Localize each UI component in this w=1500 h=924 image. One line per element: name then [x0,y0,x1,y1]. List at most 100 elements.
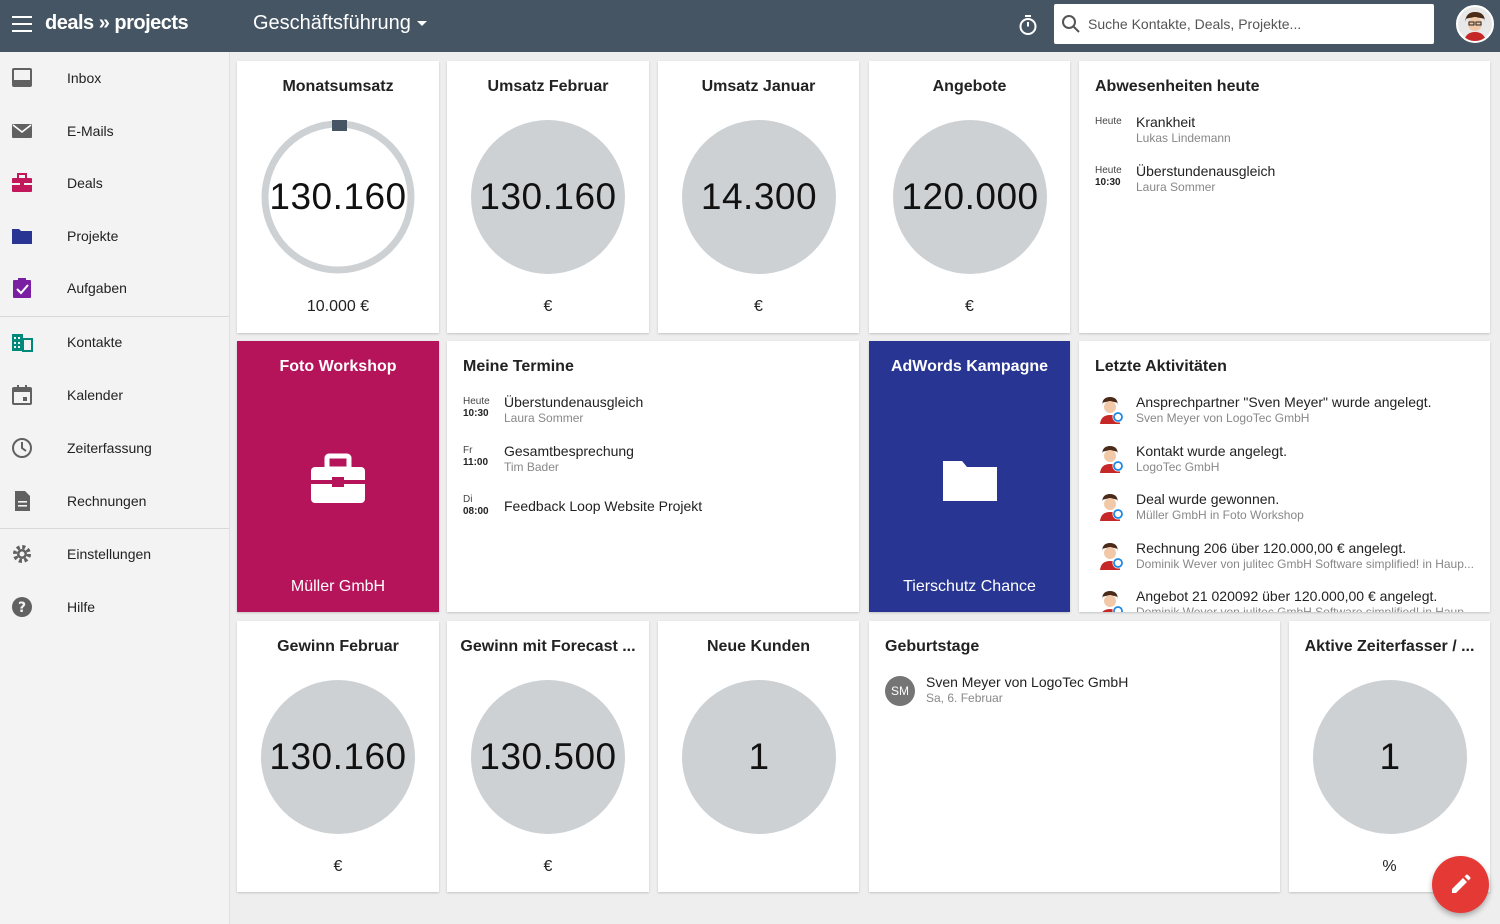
activity-detail: LogoTec GmbH [1136,459,1220,474]
appointment-entry[interactable]: Fr 11:00 Gesamtbesprechung Tim Bader [463,443,849,483]
sidebar-item-label: Kalender [67,387,124,403]
card-abwesenheiten[interactable]: Abwesenheiten heute Heute Krankheit Luka… [1079,61,1490,333]
sidebar: Inbox E-Mails Deals Projekte Aufgaben Ko… [0,52,230,924]
entry-date: Di 08:00 [463,494,489,517]
search-icon [1062,15,1080,33]
search-box[interactable] [1054,4,1434,44]
activity-detail: Sven Meyer von LogoTec GmbH [1136,411,1310,425]
card-letzte-aktivitaeten[interactable]: Letzte Aktivitäten Ansprechpartner "Sven… [1079,341,1490,612]
pencil-icon [1452,874,1471,893]
project-name: Tierschutz Chance [903,578,1036,595]
card-neue-kunden[interactable]: Neue Kunden 1 [658,621,859,892]
user-avatar-icon [1102,591,1124,612]
sidebar-item-kalender[interactable]: Kalender [0,369,229,421]
activity-title: Rechnung 206 über 120.000,00 € angelegt. [1136,539,1407,556]
entry-date: Heute [1095,116,1122,127]
workspace-selector[interactable]: Geschäftsführung [253,12,427,35]
app-logo[interactable]: deals » projects [45,12,189,35]
card-adwords-kampagne[interactable]: AdWords Kampagne Tierschutz Chance [869,341,1070,612]
sidebar-item-zeiterfassung[interactable]: Zeiterfassung [0,422,229,474]
entry-person: Laura Sommer [504,411,584,425]
card-foto-workshop[interactable]: Foto Workshop Müller GmbH [237,341,439,612]
activity-entry[interactable]: Rechnung 206 über 120.000,00 € angelegt.… [1095,540,1476,584]
entry-title: Feedback Loop Website Projekt [504,498,703,514]
card-monatsumsatz[interactable]: Monatsumsatz 130.160 10.000 € [237,61,439,333]
activity-title: Deal wurde gewonnen. [1136,491,1280,507]
stopwatch-icon[interactable] [1016,13,1040,37]
activity-entry[interactable]: Deal wurde gewonnen. Müller GmbH in Foto … [1095,491,1476,535]
appointment-entry[interactable]: Heute 10:30 Überstundenausgleich Laura So… [463,394,849,434]
user-avatar[interactable] [1456,5,1494,43]
document-icon [15,491,30,511]
entry-date: Fr 11:00 [463,445,489,468]
kpi-unit: € [754,298,763,315]
kpi-circle: 130.500 [471,680,625,834]
mail-icon [12,124,32,138]
sidebar-item-label: Inbox [67,70,102,86]
card-title: Monatsumsatz [282,78,394,95]
entry-title: Gesamtbesprechung [504,443,634,459]
birthday-entry[interactable]: SM Sven Meyer von LogoTec GmbH Sa, 6. Fe… [885,674,1266,718]
sidebar-item-label: Rechnungen [67,493,147,509]
user-avatar-icon [1100,397,1124,424]
briefcase-icon [311,453,365,503]
activity-entry[interactable]: Kontakt wurde angelegt. LogoTec GmbH [1095,443,1476,487]
user-avatar-icon [1100,445,1124,473]
user-avatar-icon [1100,494,1124,521]
card-title: Angebote [932,78,1007,95]
card-title: Gewinn Februar [277,638,399,655]
activity-detail: Dominik Wever von julitec GmbH Software … [1136,605,1474,612]
sidebar-item-label: Einstellungen [67,546,152,562]
calendar-icon [12,385,32,405]
activity-detail: Müller GmbH in Foto Workshop [1136,508,1304,522]
sidebar-item-label: Hilfe [67,599,96,615]
kpi-circle: 130.160 [471,120,625,274]
kpi-unit: € [333,858,343,875]
absence-entry[interactable]: Heute 10:30 Überstundenausgleich Laura So… [1095,163,1480,203]
kpi-circle: 1 [1313,680,1467,834]
sidebar-item-deals[interactable]: Deals [0,157,229,209]
sidebar-item-einstellungen[interactable]: Einstellungen [0,528,229,580]
appointment-entry[interactable]: Di 08:00 Feedback Loop Website Projekt [463,492,849,532]
card-gewinn-februar[interactable]: Gewinn Februar 130.160 € [237,621,439,892]
clock-icon [12,438,32,458]
absence-entry[interactable]: Heute Krankheit Lukas Lindemann [1095,114,1480,154]
card-gewinn-forecast[interactable]: Gewinn mit Forecast ... 130.500 € [447,621,649,892]
edit-fab-button[interactable] [1432,856,1489,913]
sidebar-item-rechnungen[interactable]: Rechnungen [0,475,229,527]
top-bar: deals » projects Geschäftsführung [0,0,1500,52]
kpi-value: 120.000 [901,176,1039,217]
kpi-value: 130.160 [479,176,617,217]
activity-detail: Dominik Wever von julitec GmbH Software … [1136,556,1474,571]
search-input[interactable] [1088,4,1428,44]
entry-title: Krankheit [1136,114,1196,130]
entry-title: Überstundenausgleich [1136,163,1276,179]
sidebar-item-aufgaben[interactable]: Aufgaben [0,262,229,314]
kpi-circle: 14.300 [682,120,836,274]
activity-entry[interactable]: Angebot 21 020092 über 120.000,00 € ange… [1095,588,1476,612]
card-geburtstage[interactable]: Geburtstage SM Sven Meyer von LogoTec Gm… [869,621,1280,892]
card-aktive-zeiterfasser[interactable]: Aktive Zeiterfasser / ... 1 % [1289,621,1490,892]
sidebar-item-kontakte[interactable]: Kontakte [0,316,229,368]
card-umsatz-februar[interactable]: Umsatz Februar 130.160 € [447,61,649,333]
sidebar-item-emails[interactable]: E-Mails [0,105,229,157]
card-title: Umsatz Januar [701,78,816,95]
sidebar-item-projekte[interactable]: Projekte [0,210,229,262]
entry-title: Sven Meyer von LogoTec GmbH [926,674,1129,690]
hamburger-menu-icon[interactable] [12,16,32,34]
card-title: Abwesenheiten heute [1095,78,1260,95]
card-title: AdWords Kampagne [890,358,1049,375]
sidebar-item-label: E-Mails [67,123,114,139]
sidebar-item-hilfe[interactable]: ? Hilfe [0,581,229,633]
activity-title: Angebot 21 020092 über 120.000,00 € ange… [1136,588,1438,604]
kpi-value: 1 [748,736,770,777]
card-angebote[interactable]: Angebote 120.000 € [869,61,1070,333]
sidebar-item-inbox[interactable]: Inbox [0,52,229,104]
sidebar-item-label: Aufgaben [67,280,127,296]
activity-entry[interactable]: Ansprechpartner "Sven Meyer" wurde angel… [1095,394,1476,438]
card-meine-termine[interactable]: Meine Termine Heute 10:30 Überstundenausg… [447,341,859,612]
sidebar-item-label: Kontakte [67,334,123,350]
kpi-value: 130.160 [269,736,407,777]
card-umsatz-januar[interactable]: Umsatz Januar 14.300 € [658,61,859,333]
card-title: Aktive Zeiterfasser / ... [1304,638,1475,655]
